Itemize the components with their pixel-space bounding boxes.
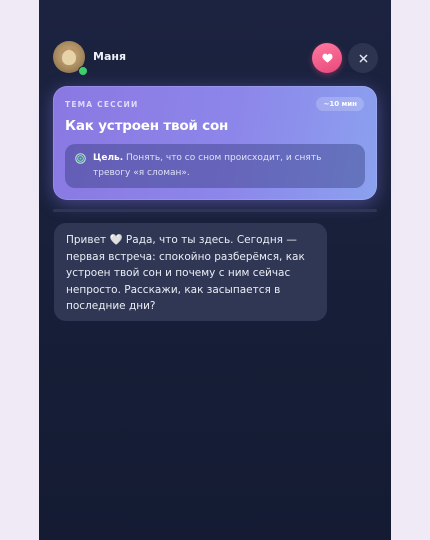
close-icon bbox=[359, 54, 367, 62]
message-text: Привет 🤍 Рада, что ты здесь. Сегодня — п… bbox=[66, 232, 315, 315]
topic-title: Как устроен твой сон bbox=[65, 118, 229, 134]
divider bbox=[53, 209, 377, 212]
chat-screen: Маня ТЕМА СЕССИИ ~10 мин Как устроен тво… bbox=[39, 0, 391, 540]
favorite-button[interactable] bbox=[312, 43, 342, 73]
chat-header: Маня bbox=[53, 41, 378, 76]
message-greeting: Привет bbox=[66, 234, 107, 246]
topic-label: ТЕМА СЕССИИ bbox=[65, 100, 139, 109]
goal-text: Цель. Понять, что со сном происходит, и … bbox=[93, 151, 355, 180]
goal-box: Цель. Понять, что со сном происходит, и … bbox=[65, 144, 365, 188]
session-topic-card: ТЕМА СЕССИИ ~10 мин Как устроен твой сон… bbox=[53, 86, 377, 200]
close-button[interactable] bbox=[348, 43, 378, 73]
target-icon bbox=[75, 153, 86, 164]
online-status-dot bbox=[78, 66, 88, 76]
message-bubble: Привет 🤍 Рада, что ты здесь. Сегодня — п… bbox=[54, 223, 327, 321]
goal-label: Цель. bbox=[93, 153, 124, 163]
heart-icon bbox=[321, 53, 333, 63]
goal-description: Понять, что со сном происходит, и снять … bbox=[93, 153, 322, 178]
companion-name: Маня bbox=[93, 50, 127, 63]
white-heart-emoji: 🤍 bbox=[109, 234, 123, 246]
avatar-face bbox=[62, 50, 76, 65]
duration-badge: ~10 мин bbox=[316, 97, 364, 111]
